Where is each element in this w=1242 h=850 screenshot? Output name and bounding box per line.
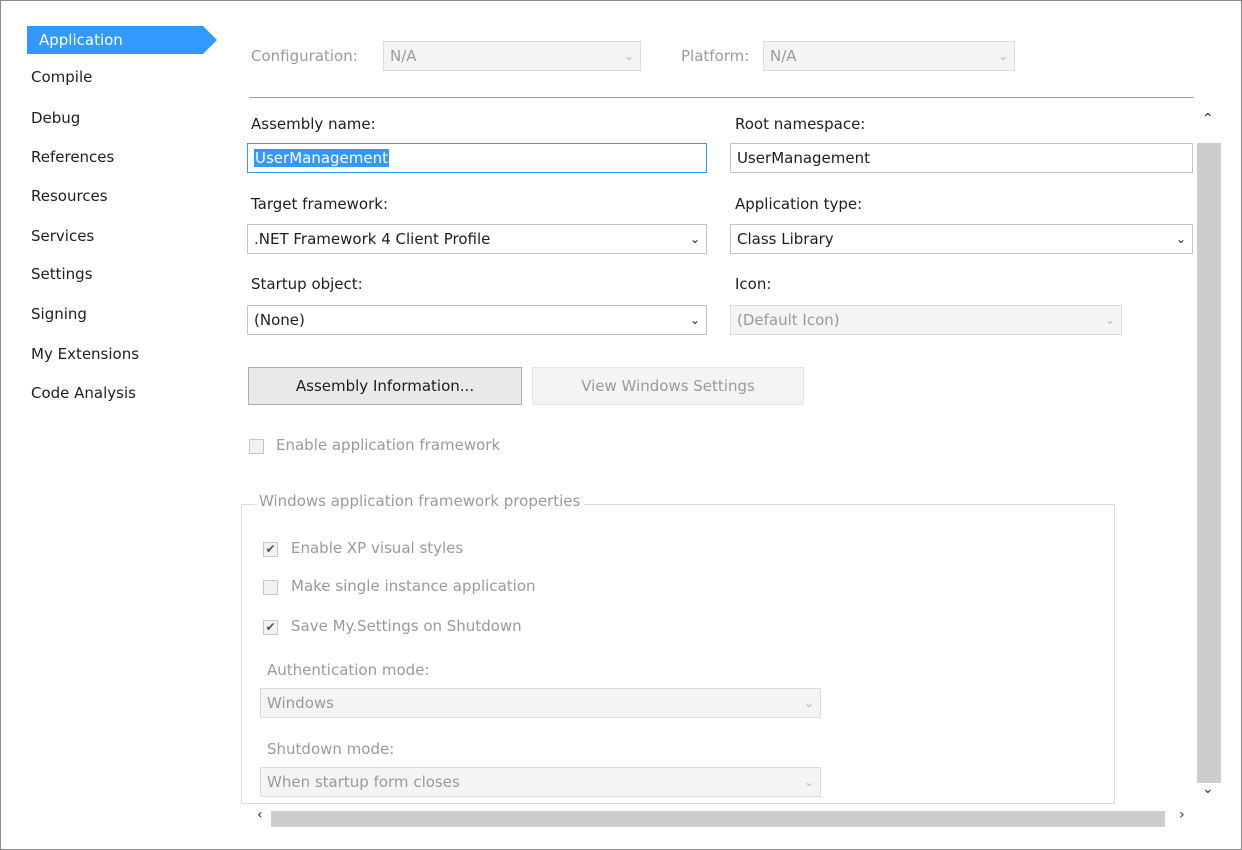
save-settings-on-shutdown-label: Save My.Settings on Shutdown: [291, 617, 522, 635]
sidebar-item-my-extensions[interactable]: My Extensions: [31, 340, 139, 368]
target-framework-label: Target framework:: [251, 195, 389, 213]
configuration-label: Configuration:: [251, 47, 358, 65]
scroll-right-arrow-icon[interactable]: ›: [1179, 807, 1185, 823]
scroll-down-arrow-icon[interactable]: ⌄: [1202, 781, 1214, 797]
shutdown-mode-select[interactable]: When startup form closes ⌄: [260, 767, 821, 797]
application-type-value: Class Library: [737, 230, 834, 248]
startup-object-value: (None): [254, 311, 305, 329]
assembly-information-button[interactable]: Assembly Information...: [248, 367, 522, 405]
chevron-down-icon: ⌄: [803, 696, 814, 710]
single-instance-label: Make single instance application: [291, 577, 536, 595]
framework-properties-group-title: Windows application framework properties: [255, 492, 585, 510]
single-instance-checkbox[interactable]: [263, 580, 278, 595]
assembly-name-value: UserManagement: [254, 149, 390, 167]
chevron-down-icon: ⌄: [623, 49, 634, 63]
scroll-left-arrow-icon[interactable]: ‹: [257, 807, 263, 823]
enable-xp-visual-styles-label: Enable XP visual styles: [291, 539, 464, 557]
chevron-down-icon: ⌄: [689, 232, 700, 246]
platform-value: N/A: [770, 47, 797, 65]
enable-application-framework-label: Enable application framework: [276, 436, 501, 454]
property-pages-sidebar: Application Compile Debug References Res…: [1, 1, 231, 849]
sidebar-item-signing[interactable]: Signing: [31, 300, 87, 328]
sidebar-item-services[interactable]: Services: [31, 222, 94, 250]
icon-value: (Default Icon): [737, 311, 840, 329]
sidebar-item-settings[interactable]: Settings: [31, 260, 93, 288]
root-namespace-input[interactable]: UserManagement: [730, 143, 1193, 173]
sidebar-item-references[interactable]: References: [31, 143, 114, 171]
sidebar-item-compile[interactable]: Compile: [31, 63, 92, 91]
root-namespace-value: UserManagement: [737, 149, 871, 167]
enable-application-framework-checkbox[interactable]: [249, 439, 264, 454]
scroll-up-arrow-icon[interactable]: ⌃: [1202, 111, 1214, 127]
shutdown-mode-value: When startup form closes: [267, 773, 460, 791]
vertical-scrollbar-thumb[interactable]: [1197, 143, 1221, 783]
chevron-down-icon: ⌄: [997, 49, 1008, 63]
startup-object-select[interactable]: (None) ⌄: [247, 305, 707, 335]
icon-label: Icon:: [735, 275, 772, 293]
sidebar-item-debug[interactable]: Debug: [31, 104, 80, 132]
assembly-name-input[interactable]: UserManagement: [247, 143, 707, 173]
checkmark-icon: ✔: [265, 542, 276, 556]
chevron-down-icon: ⌄: [1104, 313, 1115, 327]
chevron-down-icon: ⌄: [803, 775, 814, 789]
save-settings-on-shutdown-checkbox[interactable]: ✔: [263, 620, 278, 635]
icon-select[interactable]: (Default Icon) ⌄: [730, 305, 1122, 335]
platform-select[interactable]: N/A ⌄: [763, 41, 1015, 71]
authentication-mode-label: Authentication mode:: [267, 661, 430, 679]
horizontal-scrollbar-thumb[interactable]: [271, 811, 1165, 827]
startup-object-label: Startup object:: [251, 275, 363, 293]
application-type-select[interactable]: Class Library ⌄: [730, 224, 1193, 254]
configuration-value: N/A: [390, 47, 417, 65]
authentication-mode-select[interactable]: Windows ⌄: [260, 688, 821, 718]
horizontal-scrollbar[interactable]: [249, 809, 1195, 829]
sidebar-item-resources[interactable]: Resources: [31, 182, 108, 210]
project-properties-window: Application Compile Debug References Res…: [0, 0, 1242, 850]
divider: [249, 97, 1194, 98]
sidebar-item-application[interactable]: Application: [27, 26, 217, 54]
platform-label: Platform:: [681, 47, 750, 65]
view-windows-settings-button[interactable]: View Windows Settings: [532, 367, 804, 405]
enable-xp-visual-styles-checkbox[interactable]: ✔: [263, 542, 278, 557]
sidebar-item-code-analysis[interactable]: Code Analysis: [31, 379, 136, 407]
shutdown-mode-label: Shutdown mode:: [267, 740, 395, 758]
chevron-down-icon: ⌄: [689, 313, 700, 327]
configuration-select[interactable]: N/A ⌄: [383, 41, 641, 71]
checkmark-icon: ✔: [265, 620, 276, 634]
target-framework-select[interactable]: .NET Framework 4 Client Profile ⌄: [247, 224, 707, 254]
application-type-label: Application type:: [735, 195, 863, 213]
root-namespace-label: Root namespace:: [735, 115, 866, 133]
target-framework-value: .NET Framework 4 Client Profile: [254, 230, 491, 248]
chevron-down-icon: ⌄: [1175, 232, 1186, 246]
authentication-mode-value: Windows: [267, 694, 334, 712]
assembly-name-label: Assembly name:: [251, 115, 376, 133]
vertical-scrollbar[interactable]: [1196, 107, 1222, 819]
